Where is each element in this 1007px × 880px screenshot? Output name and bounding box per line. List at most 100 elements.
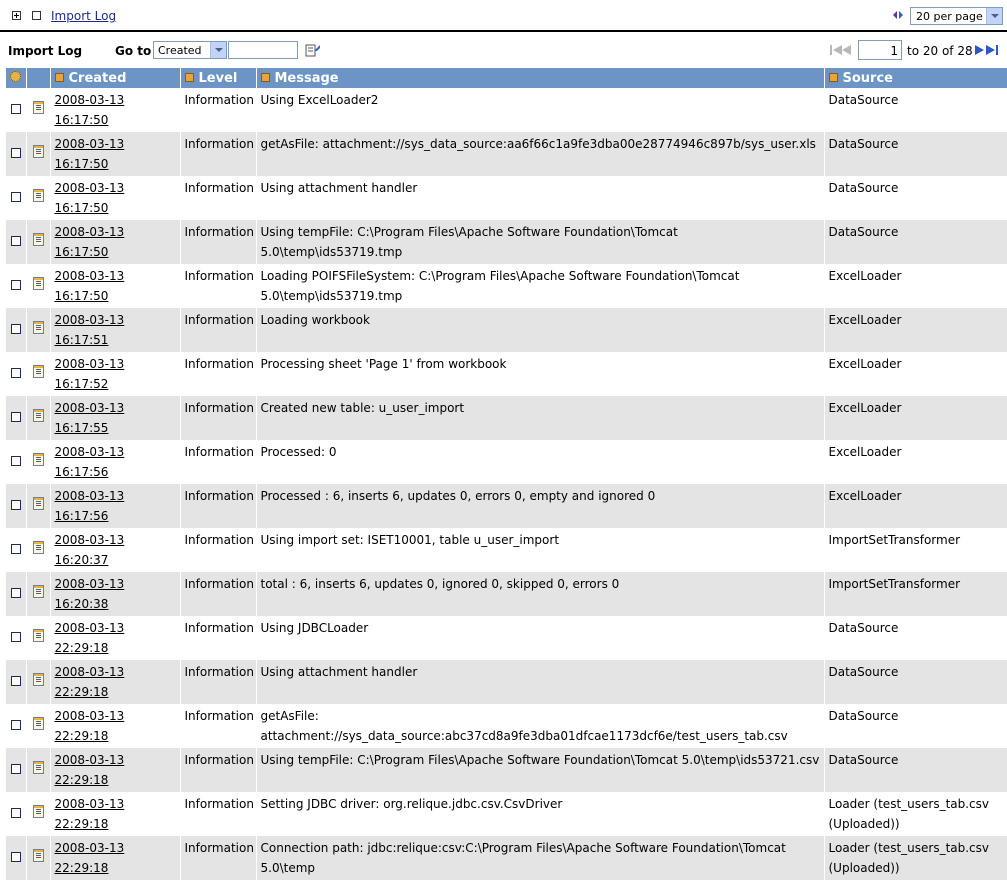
row-select-cell[interactable] bbox=[6, 176, 27, 220]
row-icon-cell[interactable] bbox=[26, 264, 51, 308]
table-row[interactable]: 2008-03-13 16:17:50 Information Loading PO… bbox=[6, 264, 1007, 308]
cell-created[interactable]: 2008-03-13 16:20:37 bbox=[50, 528, 181, 572]
created-link[interactable]: 2008-03-13 16:17:50 bbox=[55, 225, 125, 259]
cell-created[interactable]: 2008-03-13 16:17:50 bbox=[50, 176, 181, 220]
cell-created[interactable]: 2008-03-13 22:29:18 bbox=[50, 616, 181, 660]
column-header-label[interactable]: Level bbox=[199, 71, 238, 86]
table-row[interactable]: 2008-03-13 16:17:50 Information Using temp… bbox=[6, 220, 1007, 264]
record-preview-icon[interactable] bbox=[32, 189, 44, 202]
column-menu-icon[interactable] bbox=[54, 72, 64, 82]
cell-created[interactable]: 2008-03-13 22:29:18 bbox=[50, 792, 181, 836]
row-icon-cell[interactable] bbox=[26, 396, 51, 440]
row-select-cell[interactable] bbox=[6, 220, 27, 264]
row-icon-cell[interactable] bbox=[26, 836, 51, 880]
row-select-cell[interactable] bbox=[6, 704, 27, 748]
row-icon-cell[interactable] bbox=[26, 484, 51, 528]
table-row[interactable]: 2008-03-13 16:17:50 Information Using atta… bbox=[6, 176, 1007, 220]
table-row[interactable]: 2008-03-13 16:17:52 Information Processing… bbox=[6, 352, 1007, 396]
record-preview-icon[interactable] bbox=[32, 805, 44, 818]
created-link[interactable]: 2008-03-13 16:17:50 bbox=[55, 93, 125, 127]
goto-field-select[interactable]: Created bbox=[153, 41, 227, 59]
row-checkbox[interactable] bbox=[10, 632, 21, 642]
record-preview-icon[interactable] bbox=[32, 629, 44, 642]
row-select-cell[interactable] bbox=[6, 264, 27, 308]
created-link[interactable]: 2008-03-13 22:29:18 bbox=[55, 797, 125, 831]
column-header-source[interactable]: Source bbox=[824, 68, 1007, 88]
cell-created[interactable]: 2008-03-13 16:17:56 bbox=[50, 484, 181, 528]
row-select-cell[interactable] bbox=[6, 440, 27, 484]
row-select-cell[interactable] bbox=[6, 748, 27, 792]
row-checkbox[interactable] bbox=[10, 676, 21, 686]
row-checkbox[interactable] bbox=[10, 192, 21, 202]
row-select-cell[interactable] bbox=[6, 572, 27, 616]
record-preview-icon[interactable] bbox=[32, 497, 44, 510]
cell-created[interactable]: 2008-03-13 22:29:18 bbox=[50, 660, 181, 704]
row-select-cell[interactable] bbox=[6, 792, 27, 836]
record-preview-icon[interactable] bbox=[32, 849, 44, 862]
go-search-icon[interactable] bbox=[305, 42, 321, 58]
row-checkbox[interactable] bbox=[10, 148, 21, 158]
gear-icon[interactable] bbox=[10, 70, 22, 82]
record-preview-icon[interactable] bbox=[32, 277, 44, 290]
created-link[interactable]: 2008-03-13 16:17:51 bbox=[55, 313, 125, 347]
row-select-cell[interactable] bbox=[6, 396, 27, 440]
created-link[interactable]: 2008-03-13 22:29:18 bbox=[55, 621, 125, 655]
row-icon-cell[interactable] bbox=[26, 792, 51, 836]
row-select-cell[interactable] bbox=[6, 132, 27, 176]
record-preview-icon[interactable] bbox=[32, 673, 44, 686]
cell-created[interactable]: 2008-03-13 16:17:52 bbox=[50, 352, 181, 396]
table-row[interactable]: 2008-03-13 22:29:18 Information Setting JD… bbox=[6, 792, 1007, 836]
created-link[interactable]: 2008-03-13 16:17:50 bbox=[55, 137, 125, 171]
table-row[interactable]: 2008-03-13 22:29:18 Information Using temp… bbox=[6, 748, 1007, 792]
record-preview-icon[interactable] bbox=[32, 409, 44, 422]
expand-icon[interactable] bbox=[12, 11, 21, 20]
column-personalize-header[interactable] bbox=[6, 68, 27, 88]
row-icon-cell[interactable] bbox=[26, 132, 51, 176]
cell-created[interactable]: 2008-03-13 16:20:38 bbox=[50, 572, 181, 616]
table-row[interactable]: 2008-03-13 16:17:50 Information getAsFile:… bbox=[6, 132, 1007, 176]
row-select-cell[interactable] bbox=[6, 352, 27, 396]
created-link[interactable]: 2008-03-13 16:20:38 bbox=[55, 577, 125, 611]
column-header-label[interactable]: Source bbox=[843, 71, 893, 86]
row-checkbox[interactable] bbox=[10, 720, 21, 730]
window-icon[interactable] bbox=[32, 11, 41, 20]
table-row[interactable]: 2008-03-13 16:17:51 Information Loading wo… bbox=[6, 308, 1007, 352]
record-preview-icon[interactable] bbox=[32, 233, 44, 246]
table-row[interactable]: 2008-03-13 16:20:37 Information Using impo… bbox=[6, 528, 1007, 572]
row-select-cell[interactable] bbox=[6, 836, 27, 880]
column-menu-icon[interactable] bbox=[828, 72, 838, 82]
cell-created[interactable]: 2008-03-13 22:29:18 bbox=[50, 748, 181, 792]
row-checkbox[interactable] bbox=[10, 852, 21, 862]
row-checkbox[interactable] bbox=[10, 764, 21, 774]
table-row[interactable]: 2008-03-13 22:29:18 Information Using atta… bbox=[6, 660, 1007, 704]
row-icon-cell[interactable] bbox=[26, 660, 51, 704]
column-header-label[interactable]: Created bbox=[69, 71, 127, 86]
rows-per-page-select[interactable]: 20 per page bbox=[910, 7, 1003, 25]
row-icon-cell[interactable] bbox=[26, 748, 51, 792]
row-checkbox[interactable] bbox=[10, 368, 21, 378]
row-select-cell[interactable] bbox=[6, 660, 27, 704]
chevron-down-icon[interactable] bbox=[210, 42, 226, 58]
row-select-cell[interactable] bbox=[6, 308, 27, 352]
next-page-icon[interactable] bbox=[974, 44, 984, 56]
created-link[interactable]: 2008-03-13 22:29:18 bbox=[55, 841, 125, 875]
table-row[interactable]: 2008-03-13 16:17:55 Information Created ne… bbox=[6, 396, 1007, 440]
cell-created[interactable]: 2008-03-13 16:17:50 bbox=[50, 264, 181, 308]
breadcrumb-title-link[interactable]: Import Log bbox=[51, 9, 116, 23]
row-icon-cell[interactable] bbox=[26, 220, 51, 264]
row-icon-cell[interactable] bbox=[26, 528, 51, 572]
row-select-cell[interactable] bbox=[6, 616, 27, 660]
cell-created[interactable]: 2008-03-13 16:17:50 bbox=[50, 88, 181, 132]
table-row[interactable]: 2008-03-13 16:17:56 Information Processed … bbox=[6, 484, 1007, 528]
created-link[interactable]: 2008-03-13 16:20:37 bbox=[55, 533, 125, 567]
created-link[interactable]: 2008-03-13 16:17:50 bbox=[55, 181, 125, 215]
row-checkbox[interactable] bbox=[10, 412, 21, 422]
goto-search-input[interactable] bbox=[228, 41, 298, 59]
record-preview-icon[interactable] bbox=[32, 321, 44, 334]
table-row[interactable]: 2008-03-13 16:17:56 Information Processed:… bbox=[6, 440, 1007, 484]
cell-created[interactable]: 2008-03-13 22:29:18 bbox=[50, 836, 181, 880]
row-icon-cell[interactable] bbox=[26, 176, 51, 220]
table-row[interactable]: 2008-03-13 22:29:18 Information getAsFile:… bbox=[6, 704, 1007, 748]
row-icon-cell[interactable] bbox=[26, 88, 51, 132]
row-select-cell[interactable] bbox=[6, 88, 27, 132]
